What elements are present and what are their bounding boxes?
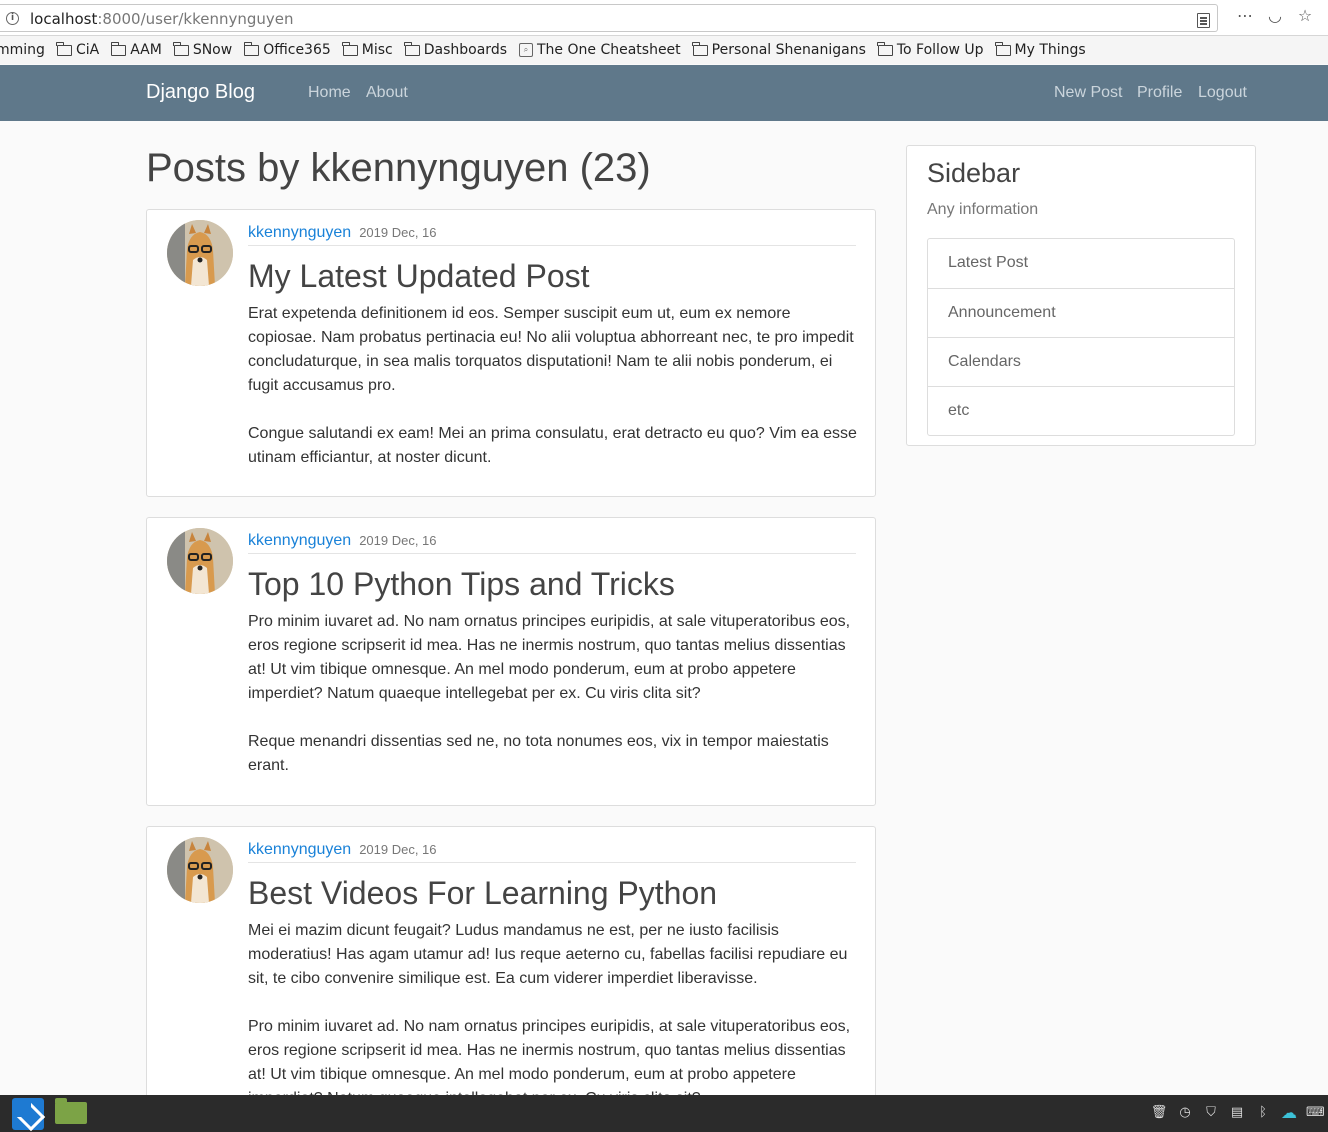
post-card: kkennynguyen 2019 Dec, 16 My Latest Updat… bbox=[146, 209, 876, 497]
folder-icon bbox=[173, 41, 189, 56]
folder-icon bbox=[404, 41, 420, 56]
post-paragraph: Erat expetenda definitionem id eos. Semp… bbox=[248, 305, 854, 394]
folder-icon bbox=[110, 41, 127, 56]
inbox-icon[interactable]: ▤ bbox=[1228, 1104, 1246, 1122]
bluetooth-icon[interactable]: ᛒ bbox=[1254, 1104, 1272, 1122]
bookmark-item[interactable]: Personal Shenanigans bbox=[692, 41, 866, 58]
post-date: 2019 Dec, 16 bbox=[359, 225, 437, 240]
bookmark-label: Dashboards bbox=[423, 42, 507, 58]
post-paragraph: Reque menandri dissentias sed ne, no tot… bbox=[248, 733, 829, 774]
nav-home[interactable]: Home bbox=[308, 84, 351, 102]
folder-icon bbox=[56, 41, 72, 56]
author-link[interactable]: kkennynguyen bbox=[248, 841, 351, 858]
shield-icon[interactable]: ⛉ bbox=[1202, 1104, 1220, 1122]
bookmark-item[interactable]: AAM bbox=[110, 41, 162, 58]
keyboard-icon[interactable]: ⌨ bbox=[1306, 1104, 1325, 1122]
page-icon: ⌕ bbox=[519, 43, 533, 57]
post-content: Erat expetenda definitionem id eos. Semp… bbox=[248, 302, 860, 470]
bookmark-label: Misc bbox=[361, 42, 393, 58]
sidebar-item-etc[interactable]: etc bbox=[928, 386, 1234, 435]
trash-icon[interactable]: 🗑 bbox=[1150, 1104, 1168, 1122]
bookmark-label: Personal Shenanigans bbox=[711, 42, 866, 58]
os-taskbar: 🗑 ◷ ⛉ ▤ ᛒ ☁ ⌨ bbox=[0, 1095, 1328, 1132]
bookmark-label: My Things bbox=[1014, 42, 1086, 58]
folder-icon bbox=[243, 41, 260, 56]
dog-avatar-icon bbox=[167, 220, 233, 286]
bookmark-label: CiA bbox=[75, 42, 100, 58]
bookmark-label: AAM bbox=[130, 42, 162, 58]
bookmark-item[interactable]: Misc bbox=[342, 41, 393, 58]
folder-icon bbox=[692, 41, 708, 56]
folder-icon bbox=[877, 41, 893, 56]
dog-avatar-icon bbox=[167, 528, 233, 594]
bookmark-label: Office365 bbox=[263, 42, 331, 58]
post-meta: kkennynguyen 2019 Dec, 16 bbox=[248, 224, 856, 246]
post-meta: kkennynguyen 2019 Dec, 16 bbox=[248, 841, 856, 863]
files-icon[interactable] bbox=[55, 1098, 87, 1124]
nav-about[interactable]: About bbox=[366, 84, 408, 102]
url-path: :8000/user/kkennynguyen bbox=[97, 10, 294, 28]
site-navbar: Django Blog Home About New Post Profile … bbox=[0, 65, 1328, 121]
bookmark-item[interactable]: SNow bbox=[173, 41, 233, 58]
browser-toolbar: i localhost:8000/user/kkennynguyen ⋯ ◡ ☆ bbox=[0, 0, 1328, 36]
sidebar-list: Latest Post Announcement Calendars etc bbox=[927, 238, 1235, 436]
bookmark-label: The One Cheatsheet bbox=[537, 42, 681, 58]
bookmarks-bar: mming CiA AAM SNow Office365 Misc Dashboards ⌕ T… bbox=[0, 36, 1328, 64]
dog-avatar-icon bbox=[167, 837, 233, 903]
avatar bbox=[167, 837, 233, 903]
system-tray: 🗑 ◷ ⛉ ▤ ᛒ ☁ ⌨ bbox=[1150, 1104, 1325, 1122]
post-card: kkennynguyen 2019 Dec, 16 Top 10 Python T… bbox=[146, 517, 876, 806]
clock-icon[interactable]: ◷ bbox=[1176, 1104, 1194, 1122]
nav-logout[interactable]: Logout bbox=[1198, 84, 1247, 102]
post-date: 2019 Dec, 16 bbox=[359, 842, 437, 857]
author-link[interactable]: kkennynguyen bbox=[248, 532, 351, 549]
post-paragraph: Congue salutandi ex eam! Mei an prima co… bbox=[248, 425, 857, 466]
reader-view-icon[interactable] bbox=[1197, 13, 1210, 28]
post-meta: kkennynguyen 2019 Dec, 16 bbox=[248, 532, 856, 554]
url-host: localhost bbox=[30, 10, 98, 28]
author-link[interactable]: kkennynguyen bbox=[248, 224, 351, 241]
pocket-icon[interactable]: ◡ bbox=[1265, 6, 1285, 26]
folder-icon bbox=[342, 41, 358, 56]
post-title[interactable]: Top 10 Python Tips and Tricks bbox=[248, 566, 675, 603]
sidebar-item-latest-post[interactable]: Latest Post bbox=[928, 239, 1234, 288]
post-card: kkennynguyen 2019 Dec, 16 Best Videos For… bbox=[146, 826, 876, 1116]
post-paragraph: Mei ei mazim dicunt feugait? Ludus manda… bbox=[248, 922, 848, 987]
nav-new-post[interactable]: New Post bbox=[1054, 84, 1122, 102]
brand-link[interactable]: Django Blog bbox=[146, 81, 255, 104]
more-actions-icon[interactable]: ⋯ bbox=[1235, 6, 1255, 26]
address-bar[interactable]: i localhost:8000/user/kkennynguyen bbox=[0, 4, 1218, 32]
sidebar-title: Sidebar bbox=[927, 158, 1021, 188]
bookmark-item[interactable]: To Follow Up bbox=[877, 41, 984, 58]
site-info-icon[interactable]: i bbox=[6, 12, 19, 25]
post-date: 2019 Dec, 16 bbox=[359, 533, 437, 548]
bookmark-item[interactable]: Dashboards bbox=[404, 41, 507, 58]
sidebar: Sidebar Any information Latest Post Anno… bbox=[906, 145, 1256, 446]
folder-icon bbox=[995, 41, 1011, 56]
bookmark-item[interactable]: My Things bbox=[995, 41, 1086, 58]
bookmark-star-icon[interactable]: ☆ bbox=[1295, 6, 1315, 26]
bookmark-label: SNow bbox=[192, 42, 233, 58]
bookmark-item[interactable]: ⌕ The One Cheatsheet bbox=[519, 42, 681, 58]
page-title: Posts by kkennynguyen (23) bbox=[146, 146, 651, 190]
sidebar-item-announcement[interactable]: Announcement bbox=[928, 288, 1234, 337]
avatar bbox=[167, 528, 233, 594]
post-content: Pro minim iuvaret ad. No nam ornatus pri… bbox=[248, 610, 860, 778]
post-title[interactable]: My Latest Updated Post bbox=[248, 258, 590, 295]
bookmark-label: mming bbox=[0, 42, 45, 58]
bookmark-item[interactable]: mming bbox=[0, 42, 45, 58]
sidebar-item-calendars[interactable]: Calendars bbox=[928, 337, 1234, 386]
sidebar-subtitle: Any information bbox=[927, 201, 1039, 218]
post-content: Mei ei mazim dicunt feugait? Ludus manda… bbox=[248, 919, 860, 1111]
post-title[interactable]: Best Videos For Learning Python bbox=[248, 875, 717, 912]
bookmark-label: To Follow Up bbox=[896, 42, 984, 58]
url-text[interactable]: localhost:8000/user/kkennynguyen bbox=[30, 10, 294, 28]
cloud-icon[interactable]: ☁ bbox=[1280, 1104, 1298, 1122]
bookmark-item[interactable]: CiA bbox=[56, 41, 100, 58]
vscode-icon[interactable] bbox=[12, 1098, 44, 1130]
avatar bbox=[167, 220, 233, 286]
bookmark-item[interactable]: Office365 bbox=[243, 41, 331, 58]
post-paragraph: Pro minim iuvaret ad. No nam ornatus pri… bbox=[248, 613, 851, 702]
nav-profile[interactable]: Profile bbox=[1137, 84, 1182, 102]
